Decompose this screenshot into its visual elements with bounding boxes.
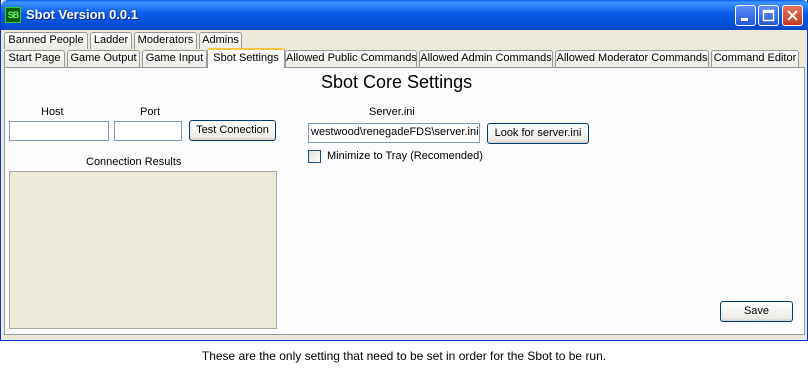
minimize-to-tray-label: Minimize to Tray (Recomended) <box>327 150 483 162</box>
window-title: Sbot Version 0.0.1 <box>26 7 138 22</box>
look-for-server-ini-button[interactable]: Look for server.ini <box>487 123 589 144</box>
minimize-button[interactable] <box>735 5 756 26</box>
tab-row-top: Banned People Ladder Moderators Admins <box>1 32 808 49</box>
maximize-button[interactable] <box>758 5 779 26</box>
caption-text: These are the only setting that need to … <box>201 349 607 363</box>
tab-admins[interactable]: Admins <box>199 32 242 49</box>
close-button[interactable] <box>782 5 803 26</box>
tab-command-editor[interactable]: Command Editor <box>711 50 799 67</box>
tab-game-output[interactable]: Game Output <box>67 50 140 67</box>
main-window: SB Sbot Version 0.0.1 Banned People Ladd… <box>0 0 808 341</box>
connection-results-box <box>9 171 277 329</box>
port-input[interactable] <box>114 121 182 141</box>
tab-banned-people[interactable]: Banned People <box>4 32 88 49</box>
host-label: Host <box>41 106 64 118</box>
tab-allowed-moderator-commands[interactable]: Allowed Moderator Commands <box>555 50 709 67</box>
host-input[interactable] <box>9 121 109 141</box>
port-label: Port <box>140 106 161 118</box>
save-button[interactable]: Save <box>720 301 793 322</box>
tab-start-page[interactable]: Start Page <box>4 50 65 67</box>
tab-game-input[interactable]: Game Input <box>142 50 207 67</box>
tab-sbot-settings[interactable]: Sbot Settings <box>207 48 285 68</box>
server-ini-input[interactable]: westwood\renegadeFDS\server.ini <box>308 123 480 143</box>
minimize-to-tray-checkbox[interactable] <box>308 150 321 163</box>
test-connection-button[interactable]: Test Conection <box>189 120 276 141</box>
tab-allowed-admin-commands[interactable]: Allowed Admin Commands <box>419 50 553 67</box>
sbot-app-icon: SB <box>5 7 21 23</box>
close-icon <box>783 10 802 28</box>
title-bar[interactable]: SB Sbot Version 0.0.1 <box>1 0 808 30</box>
tab-ladder[interactable]: Ladder <box>90 32 132 49</box>
tab-row-bottom: Start Page Game Output Game Input Sbot S… <box>1 48 808 68</box>
minimize-icon <box>736 14 755 28</box>
tab-moderators[interactable]: Moderators <box>134 32 197 49</box>
connection-results-label: Connection Results <box>86 156 182 168</box>
server-ini-label: Server.ini <box>369 106 415 118</box>
tab-allowed-public-commands[interactable]: Allowed Public Commands <box>285 50 417 67</box>
page-title: Sbot Core Settings <box>321 72 473 92</box>
maximize-icon <box>759 9 778 28</box>
